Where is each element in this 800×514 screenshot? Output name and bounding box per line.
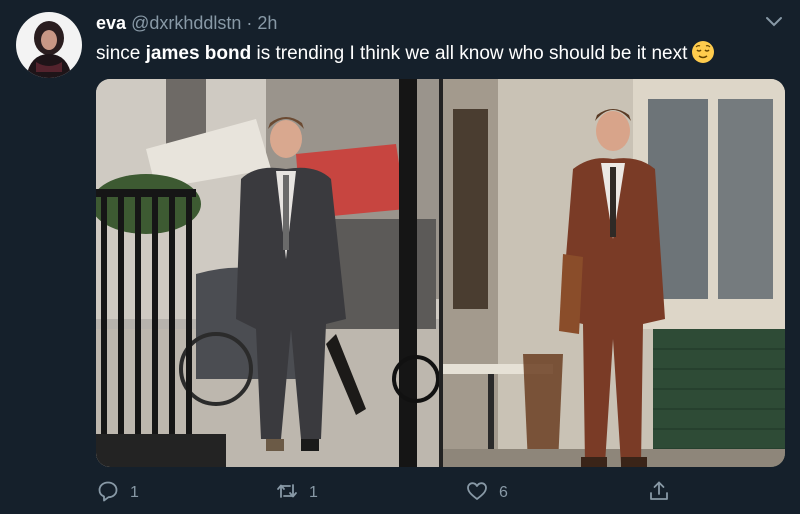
share-button[interactable]	[647, 478, 671, 508]
photo-right[interactable]	[443, 79, 785, 467]
reply-icon	[96, 479, 120, 508]
relieved-face-emoji-icon	[691, 40, 715, 64]
like-count: 6	[499, 484, 508, 501]
user-handle[interactable]: @dxrkhddlstn	[131, 13, 241, 33]
reply-count: 1	[130, 484, 139, 501]
tweet-header: eva @dxrkhddlstn · 2h	[96, 12, 277, 34]
tweet-text-end: is trending I think we all know who shou…	[251, 43, 688, 64]
avatar[interactable]	[16, 12, 82, 78]
tweet-text-start: since	[96, 43, 146, 64]
tweet-media[interactable]	[96, 79, 785, 467]
photo-left[interactable]	[96, 79, 440, 467]
like-button[interactable]: 6	[465, 478, 508, 508]
display-name[interactable]: eva	[96, 13, 126, 33]
retweet-count: 1	[309, 484, 318, 501]
hashtag-trend-text: james bond	[145, 43, 252, 64]
reply-button[interactable]: 1	[96, 478, 139, 508]
heart-icon	[465, 479, 489, 508]
tweet: eva @dxrkhddlstn · 2h since james bond i…	[0, 0, 800, 514]
tweet-actions: 1 1 6	[0, 478, 800, 508]
timestamp[interactable]: 2h	[257, 13, 277, 33]
retweet-icon	[275, 479, 299, 508]
retweet-button[interactable]: 1	[275, 478, 318, 508]
tweet-text: since james bond is trending I think we …	[96, 40, 715, 67]
separator-dot: ·	[246, 13, 253, 33]
share-icon	[647, 479, 671, 508]
chevron-down-icon[interactable]	[764, 14, 784, 30]
